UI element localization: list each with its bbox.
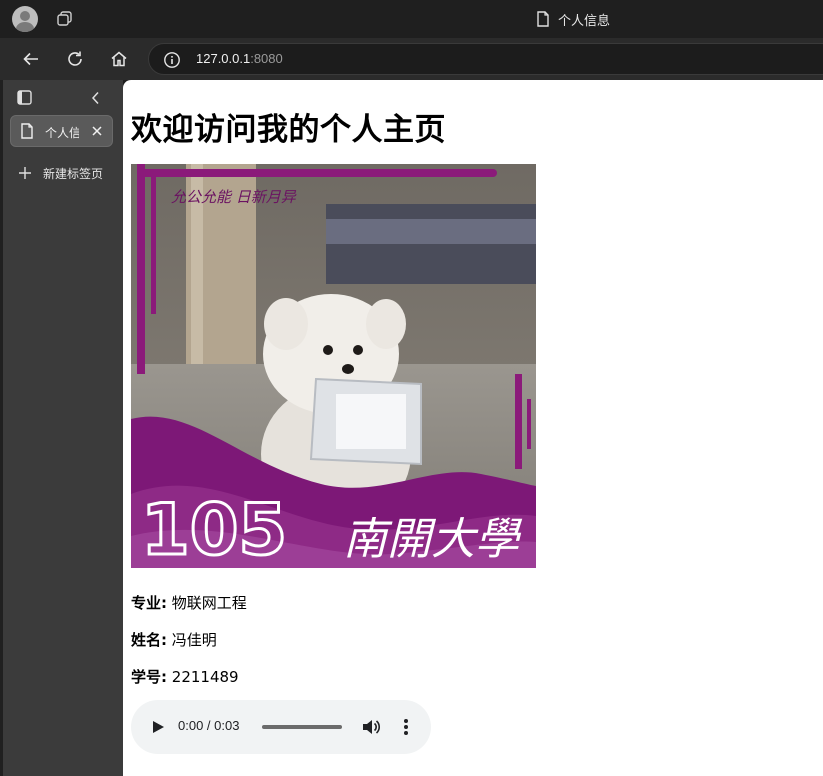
window-title: 个人信息 <box>536 10 611 29</box>
site-info-icon[interactable] <box>163 51 181 69</box>
plus-icon <box>19 167 31 179</box>
more-options-icon[interactable] <box>403 717 409 737</box>
name-field: 姓名: 冯佳明 <box>131 629 217 650</box>
new-tab-label: 新建标签页 <box>43 166 104 181</box>
address-bar[interactable]: 127.0.0.1:8080 <box>148 43 823 75</box>
close-tab-icon[interactable] <box>89 123 105 139</box>
student-id-value: 2211489 <box>171 668 239 686</box>
back-arrow-icon <box>23 52 38 66</box>
sidebar-controls <box>17 90 99 105</box>
vertical-tabs-sidebar: 个人信息 新建标签页 <box>0 80 123 776</box>
page-heading: 欢迎访问我的个人主页 <box>131 112 446 148</box>
image-motto: 允公允能 日新月异 <box>171 188 297 206</box>
audio-time: 0:00 / 0:03 <box>178 718 240 733</box>
major-label: 专业: <box>131 594 167 612</box>
window-title-text: 个人信息 <box>558 13 611 29</box>
tab-label: 个人信息 <box>45 126 79 140</box>
volume-icon[interactable] <box>361 717 381 737</box>
url-host: 127.0.0.1 <box>196 51 251 66</box>
url-port: :8080 <box>250 51 283 66</box>
reload-icon <box>68 51 82 66</box>
name-label: 姓名: <box>131 631 167 649</box>
home-icon <box>111 51 127 67</box>
profile-photo: 允公允能 日新月异 105 南開大學 <box>131 164 536 568</box>
tab-personal-info[interactable]: 个人信息 <box>10 115 113 147</box>
web-page: 欢迎访问我的个人主页 允公允能 日新月异 105 南開大學 专业: 物联网工程 … <box>123 80 823 776</box>
workspaces-icon[interactable] <box>56 10 74 28</box>
document-icon <box>21 123 33 139</box>
image-number: 105 <box>141 489 287 568</box>
window-edge <box>0 80 3 776</box>
title-bar: 个人信息 <box>0 0 823 38</box>
new-tab-button[interactable]: 新建标签页 <box>18 164 103 182</box>
url-text[interactable]: 127.0.0.1:8080 <box>196 51 283 66</box>
reload-button[interactable] <box>62 46 88 72</box>
back-button[interactable] <box>18 46 44 72</box>
play-icon[interactable] <box>151 720 165 734</box>
major-field: 专业: 物联网工程 <box>131 592 247 613</box>
major-value: 物联网工程 <box>171 594 247 612</box>
audio-player: 0:00 / 0:03 <box>131 700 431 754</box>
name-value: 冯佳明 <box>171 631 217 649</box>
student-id-field: 学号: 2211489 <box>131 666 239 687</box>
profile-avatar[interactable] <box>12 6 38 32</box>
browser-toolbar: 127.0.0.1:8080 <box>0 38 823 80</box>
panel-toggle-icon <box>17 90 32 105</box>
collapse-chevron-icon <box>91 91 99 105</box>
image-university-name: 南開大學 <box>343 514 523 565</box>
document-icon <box>537 11 549 27</box>
home-button[interactable] <box>106 46 132 72</box>
student-id-label: 学号: <box>131 668 167 686</box>
dog-photo-illustration: 允公允能 日新月异 105 南開大學 <box>131 164 536 568</box>
audio-progress-slider[interactable] <box>262 725 342 729</box>
